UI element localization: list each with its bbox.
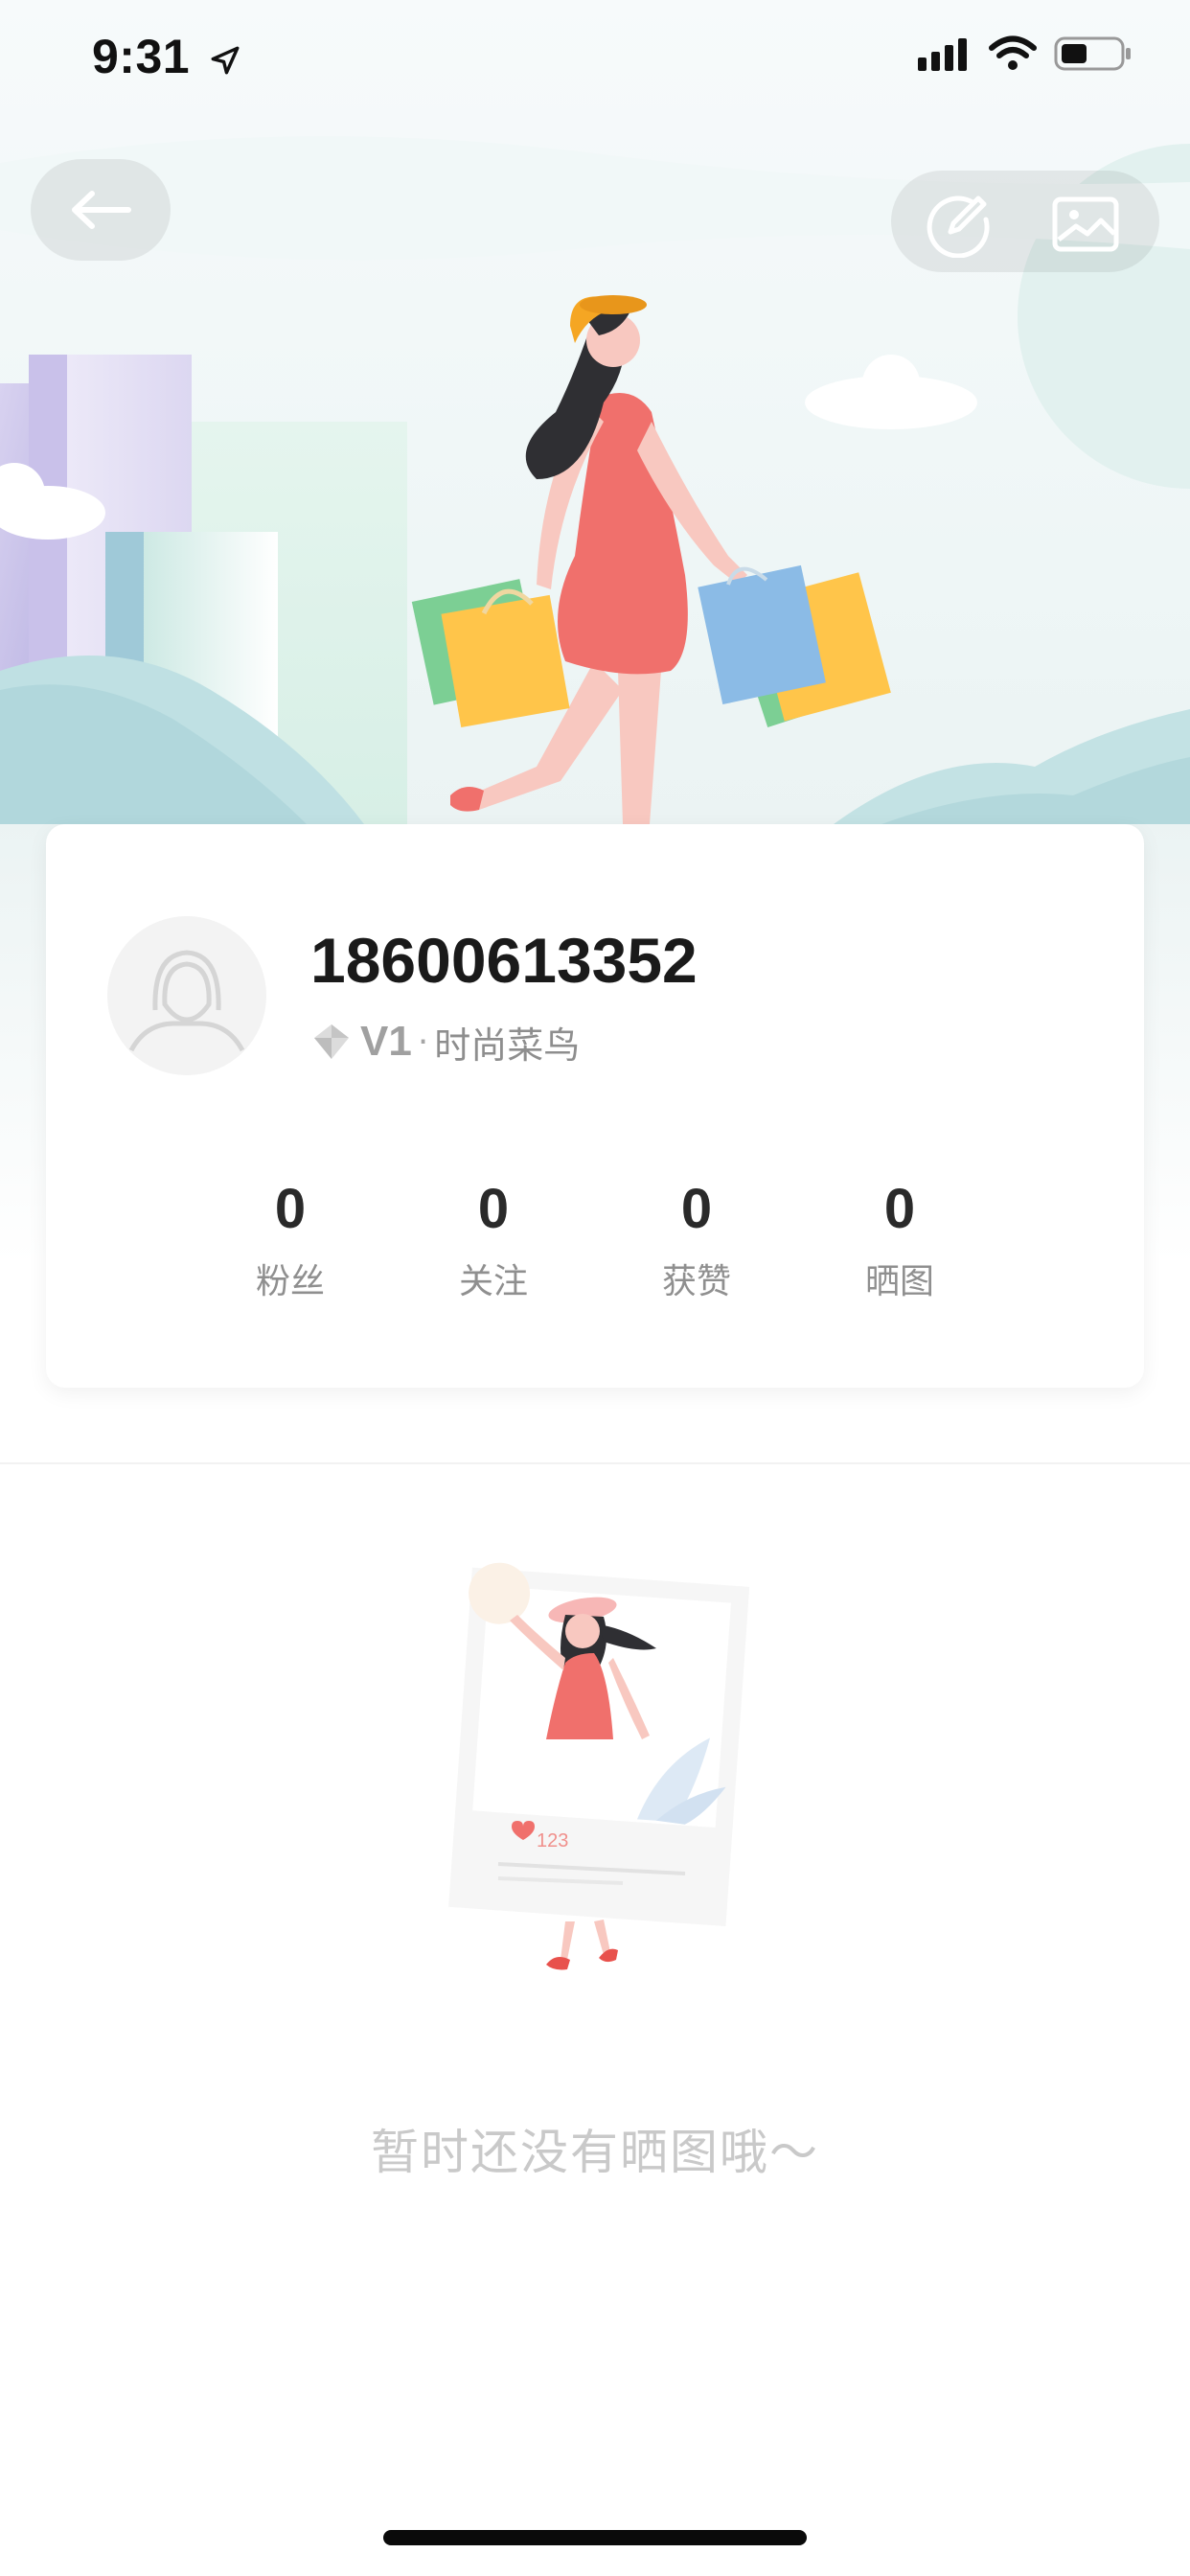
status-time: 9:31 (92, 29, 241, 84)
level-separator: · (417, 1022, 429, 1062)
status-icons (918, 34, 1133, 73)
stat-label: 获赞 (661, 1262, 731, 1301)
profile-card: 18600613352 V1 · 时尚菜鸟 0 粉丝 0 关注 0 获赞 0 晒… (46, 824, 1144, 1388)
edit-icon (927, 196, 990, 258)
photo-frame-illustration: 123 (448, 1562, 750, 1970)
level-code: V1 (360, 1018, 412, 1065)
section-divider (0, 1462, 1190, 1464)
change-cover-button[interactable] (1044, 186, 1127, 263)
edit-profile-button[interactable] (920, 186, 996, 263)
location-arrow-icon (212, 46, 240, 75)
status-bar: 9:31 (0, 0, 1190, 125)
cellular-signal-icon (918, 38, 967, 71)
arrow-left-icon (72, 191, 131, 229)
stats-row: 0 粉丝 0 关注 0 获赞 0 晒图 (46, 1179, 1144, 1313)
wifi-icon (989, 35, 1037, 70)
member-level[interactable]: V1 · 时尚菜鸟 (310, 1016, 580, 1068)
avatar[interactable] (107, 916, 266, 1075)
level-title: 时尚菜鸟 (434, 1024, 581, 1067)
stat-value: 0 (477, 1178, 510, 1240)
stat-likes[interactable]: 0 获赞 (620, 1179, 773, 1303)
battery-icon (1054, 36, 1131, 71)
back-button[interactable] (31, 159, 171, 261)
stat-posts[interactable]: 0 晒图 (823, 1179, 976, 1303)
diamond-icon (314, 1024, 349, 1059)
stat-fans[interactable]: 0 粉丝 (214, 1179, 367, 1303)
stat-following[interactable]: 0 关注 (417, 1179, 570, 1303)
home-indicator[interactable] (383, 2530, 807, 2545)
stat-value: 0 (883, 1178, 916, 1240)
stat-value: 0 (274, 1178, 307, 1240)
stat-label: 粉丝 (255, 1262, 325, 1301)
image-icon (1052, 196, 1119, 252)
phone-number: 18600613352 (310, 925, 698, 996)
default-avatar-icon (107, 916, 266, 1075)
illustration-likes-count: 123 (537, 1830, 568, 1852)
empty-state-message: 暂时还没有晒图哦～ (371, 2125, 819, 2180)
stat-label: 关注 (458, 1262, 528, 1301)
empty-state-illustration: 123 (422, 1557, 767, 2008)
stat-value: 0 (680, 1178, 713, 1240)
stat-label: 晒图 (864, 1262, 934, 1301)
